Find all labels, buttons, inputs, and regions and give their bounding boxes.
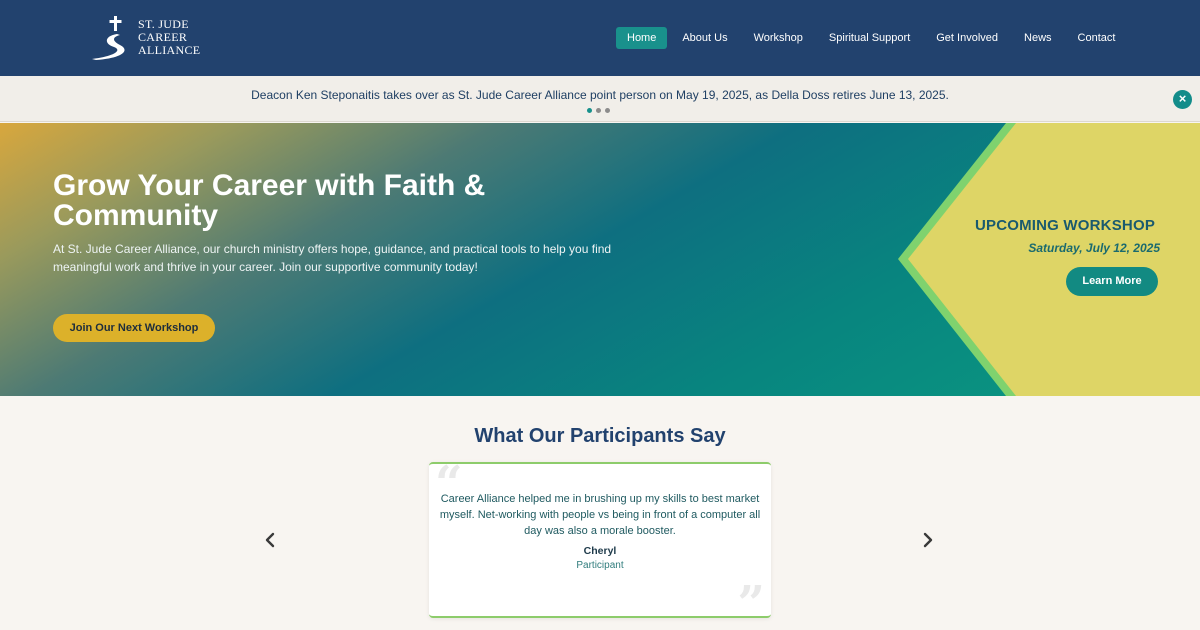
nav-item-home[interactable]: Home [616,27,668,49]
close-quote-icon: ” [737,576,765,630]
testimonial-role: Participant [576,560,624,571]
site-header: ST. JUDE CAREER ALLIANCE Home About Us W… [0,0,1200,76]
nav-item-about-us[interactable]: About Us [671,27,738,49]
close-icon: × [1178,91,1187,106]
nav-item-workshop[interactable]: Workshop [743,27,814,49]
nav-item-contact[interactable]: Contact [1067,27,1127,49]
learn-more-button[interactable]: Learn More [1066,267,1158,296]
pagination-dot[interactable] [605,108,610,113]
hero-description: At St. Jude Career Alliance, our church … [53,242,612,274]
chevron-right-icon [923,532,933,548]
logo-line-3: ALLIANCE [138,43,201,57]
testimonial-card: “ Career Alliance helped me in brushing … [429,460,771,628]
testimonial-next-button[interactable] [918,528,938,552]
nav-item-news[interactable]: News [1013,27,1063,49]
announcement-bar: Deacon Ken Steponaitis takes over as St.… [0,76,1200,122]
cross-path-logo-icon [92,16,125,60]
chevron-left-icon [265,532,275,548]
testimonials-heading: What Our Participants Say [474,425,726,447]
upcoming-workshop-date: Saturday, July 12, 2025 [1028,241,1160,255]
site-logo[interactable]: ST. JUDE CAREER ALLIANCE [90,14,220,62]
announcement-pagination [587,108,610,113]
pagination-dot[interactable] [587,108,592,113]
testimonial-author: Cheryl [583,545,617,557]
nav-item-spiritual-support[interactable]: Spiritual Support [818,27,921,49]
main-nav: Home About Us Workshop Spiritual Support… [616,27,1130,49]
logo-text: ST. JUDE CAREER ALLIANCE [138,18,200,57]
testimonial-quote: Career Alliance helped me in brushing up… [439,493,761,537]
upcoming-workshop-label: UPCOMING WORKSHOP [974,217,1156,234]
hero-section: Grow Your Career with Faith & Community … [0,123,1200,396]
announcement-close-button[interactable]: × [1173,90,1192,109]
testimonial-prev-button[interactable] [260,528,280,552]
hero-title: Grow Your Career with Faith & Community [53,169,486,232]
join-workshop-button[interactable]: Join Our Next Workshop [53,314,215,342]
pagination-dot[interactable] [596,108,601,113]
announcement-text: Deacon Ken Steponaitis takes over as St.… [251,88,949,102]
nav-item-get-involved[interactable]: Get Involved [925,27,1009,49]
